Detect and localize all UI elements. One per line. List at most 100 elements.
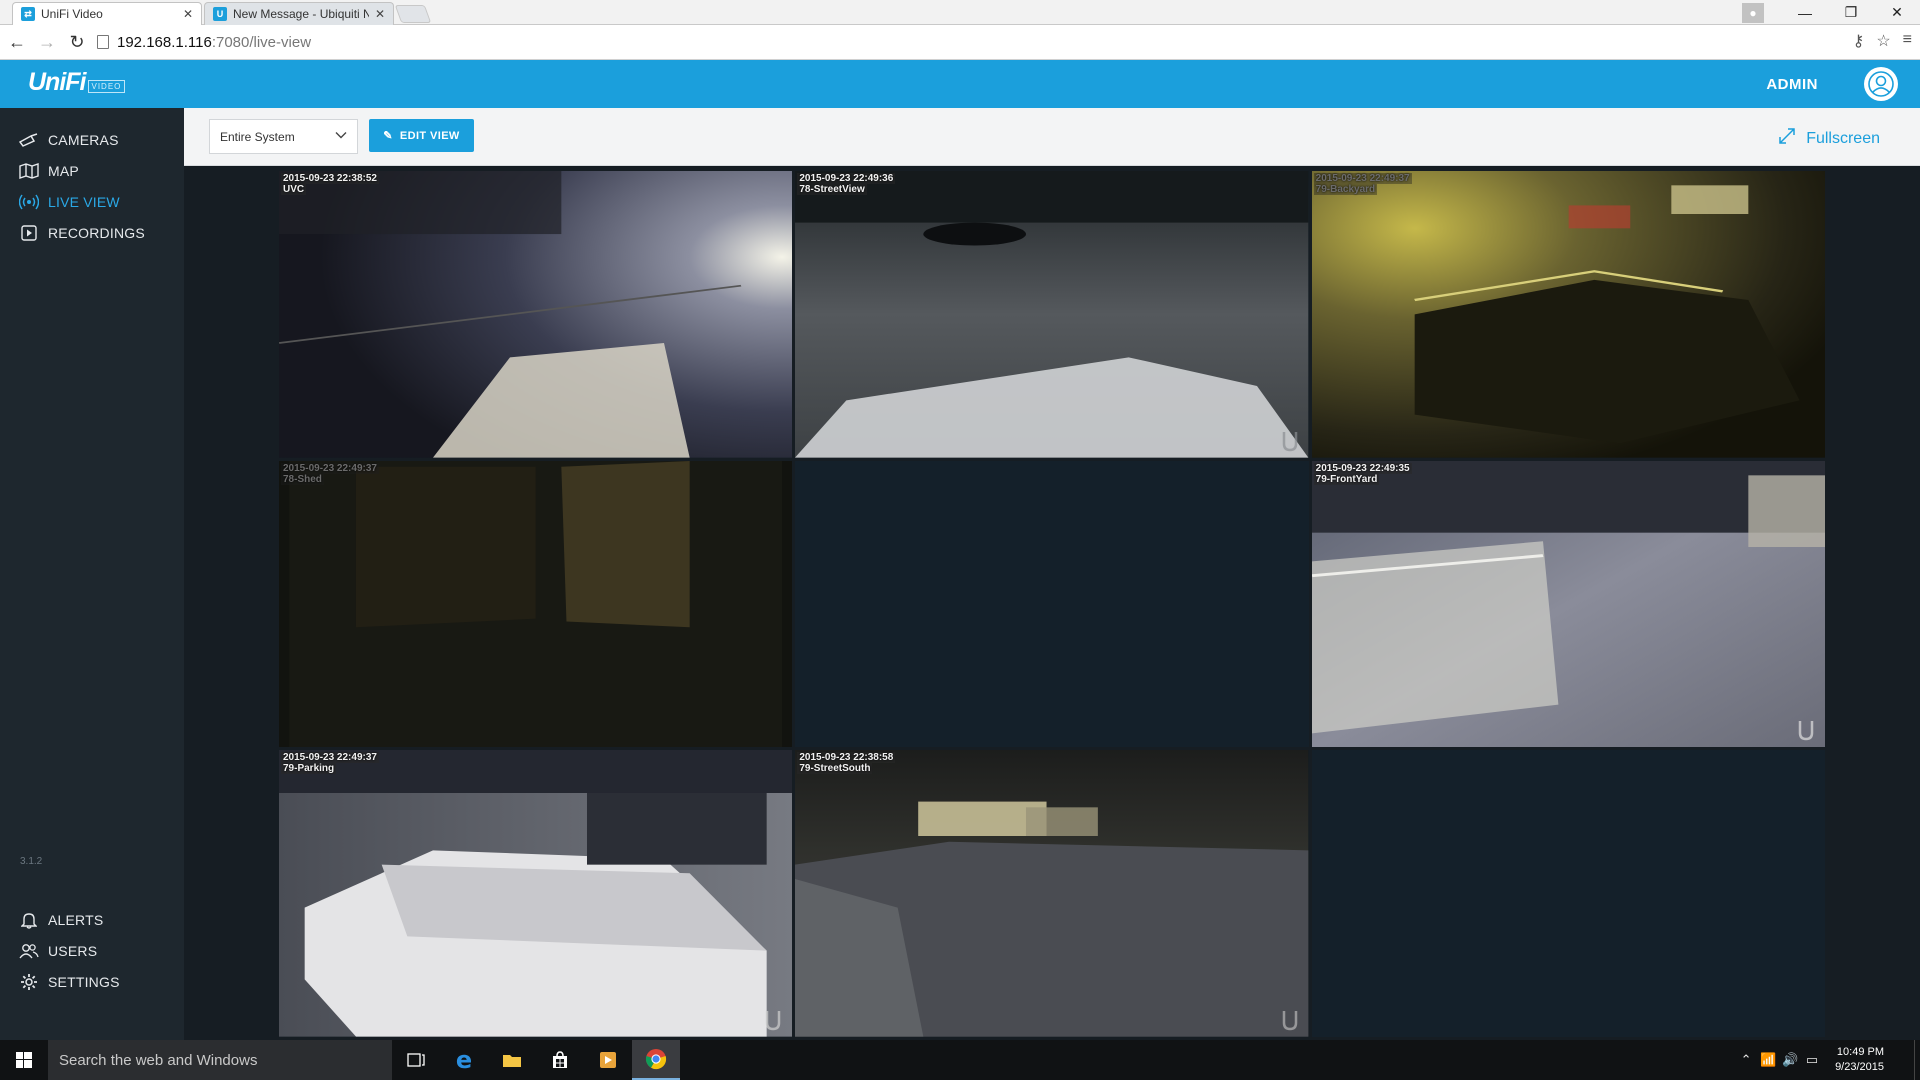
camera-tile-79-streetsouth[interactable]: 2015-09-23 22:38:58 79-StreetSouth	[795, 750, 1309, 1037]
camera-label: 2015-09-23 22:49:35 79-FrontYard	[1313, 462, 1412, 485]
version-label: 3.1.2	[20, 856, 43, 867]
media-player-icon[interactable]	[584, 1040, 632, 1080]
chrome-icon[interactable]	[632, 1040, 680, 1080]
camera-name: 78-StreetView	[797, 184, 867, 195]
sidebar-item-cameras[interactable]: CAMERAS	[0, 125, 184, 155]
empty-camera-slot[interactable]	[795, 460, 1309, 748]
page-icon	[97, 35, 109, 49]
sidebar-item-live-view[interactable]: LIVE VIEW	[0, 187, 184, 217]
address-bar: ← → ↻ 192.168.1.116:7080/live-view ⚷ ☆ ≡	[0, 25, 1920, 60]
sidebar-item-label: ALERTS	[48, 912, 104, 928]
url-host: 192.168.1.116	[117, 33, 212, 51]
camera-feed-image	[279, 460, 793, 748]
camera-tile-78-streetview[interactable]: 2015-09-23 22:49:36 78-StreetView	[795, 171, 1309, 458]
clock[interactable]: 10:49 PM 9/23/2015	[1835, 1045, 1884, 1075]
expand-icon	[1778, 127, 1796, 150]
chevron-up-icon[interactable]: ⌃	[1735, 1052, 1757, 1068]
action-center-icon[interactable]: ▭	[1801, 1052, 1823, 1068]
sidebar-item-settings[interactable]: SETTINGS	[0, 967, 184, 997]
camera-label: 2015-09-23 22:38:52 UVC	[281, 173, 379, 195]
close-tab-icon[interactable]: ✕	[375, 7, 385, 21]
camera-timestamp: 2015-09-23 22:49:37	[281, 462, 379, 474]
sidebar-item-alerts[interactable]: ALERTS	[0, 905, 184, 935]
new-tab-button[interactable]	[394, 5, 432, 23]
tab-unifi-video[interactable]: ⇄ UniFi Video ✕	[12, 2, 202, 25]
fullscreen-label: Fullscreen	[1806, 129, 1880, 147]
file-explorer-icon[interactable]	[488, 1040, 536, 1080]
map-icon	[18, 160, 40, 182]
camera-timestamp: 2015-09-23 22:49:36	[797, 173, 896, 184]
profile-icon[interactable]: ●	[1742, 2, 1764, 23]
close-window-icon[interactable]: ✕	[1874, 4, 1920, 21]
minimize-icon[interactable]: —	[1782, 5, 1828, 21]
sidebar-item-label: LIVE VIEW	[48, 194, 120, 210]
sidebar-item-label: MAP	[48, 163, 79, 179]
ubiquiti-watermark	[1798, 721, 1814, 741]
show-desktop-button[interactable]	[1914, 1040, 1920, 1080]
empty-camera-slot[interactable]	[1311, 750, 1825, 1037]
store-icon[interactable]	[536, 1040, 584, 1080]
tab-label: New Message - Ubiquiti N	[233, 7, 369, 21]
windows-icon	[16, 1052, 32, 1068]
windows-taskbar: Search the web and Windows e ⌃ 📶 🔊 ▭ 10:…	[0, 1040, 1920, 1080]
camera-feed-image	[795, 171, 1309, 458]
close-tab-icon[interactable]: ✕	[183, 7, 193, 21]
restore-icon[interactable]: ❐	[1828, 4, 1874, 21]
ubiquiti-watermark	[766, 1010, 781, 1031]
sidebar-item-label: CAMERAS	[48, 132, 119, 148]
camera-grid: 2015-09-23 22:38:52 UVC 2015-09-23 22:49…	[279, 171, 1825, 1037]
camera-feed-image	[279, 750, 793, 1037]
camera-timestamp: 2015-09-23 22:38:58	[797, 752, 896, 764]
star-icon[interactable]: ☆	[1876, 31, 1890, 51]
window-controls: ● — ❐ ✕	[1742, 0, 1920, 25]
menu-icon[interactable]: ≡	[1903, 31, 1912, 51]
camera-feed-image	[1311, 460, 1825, 748]
camera-label: 2015-09-23 22:38:58 79-StreetSouth	[797, 752, 896, 775]
back-icon[interactable]: ←	[4, 29, 30, 55]
camera-name: 79-Backyard	[1313, 184, 1378, 195]
task-view-icon[interactable]	[392, 1040, 440, 1080]
logo-badge: VIDEO	[87, 80, 126, 93]
user-name[interactable]: ADMIN	[1766, 76, 1818, 93]
user-avatar-icon	[1868, 71, 1894, 97]
fullscreen-button[interactable]: Fullscreen	[1778, 127, 1880, 150]
reload-icon[interactable]: ↻	[64, 29, 90, 55]
sidebar: CAMERAS MAP LIVE VIEW RECORDINGS 3.1.2 A…	[0, 108, 184, 1040]
camera-tile-79-parking[interactable]: 2015-09-23 22:49:37 79-Parking	[279, 750, 793, 1037]
edit-view-button[interactable]: ✎ EDIT VIEW	[369, 119, 474, 152]
camera-timestamp: 2015-09-23 22:49:35	[1313, 462, 1412, 474]
sidebar-item-recordings[interactable]: RECORDINGS	[0, 218, 184, 248]
avatar[interactable]	[1864, 67, 1898, 101]
live-view-icon	[18, 191, 40, 213]
camera-name: UVC	[281, 184, 307, 195]
volume-icon[interactable]: 🔊	[1779, 1052, 1801, 1068]
sidebar-item-users[interactable]: USERS	[0, 936, 184, 966]
sidebar-item-map[interactable]: MAP	[0, 156, 184, 186]
clock-time: 10:49 PM	[1836, 1046, 1884, 1058]
camera-tile-uvc[interactable]: 2015-09-23 22:38:52 UVC	[279, 171, 793, 458]
unifi-video-logo[interactable]: UniFi VIDEO	[28, 68, 126, 97]
camera-tile-79-frontyard[interactable]: 2015-09-23 22:49:35 79-FrontYard	[1311, 460, 1825, 748]
camera-name: 79-Parking	[281, 763, 337, 775]
camera-tile-79-backyard[interactable]: 2015-09-23 22:49:37 79-Backyard	[1311, 171, 1825, 458]
taskbar-search-input[interactable]: Search the web and Windows	[48, 1040, 392, 1080]
edit-view-label: EDIT VIEW	[399, 129, 460, 142]
clock-date: 9/23/2015	[1835, 1061, 1884, 1073]
tab-new-message[interactable]: U New Message - Ubiquiti N ✕	[204, 2, 394, 25]
system-tray: ⌃ 📶 🔊 ▭ 10:49 PM 9/23/2015	[1735, 1040, 1920, 1080]
logo-text: UniFi	[28, 68, 86, 96]
network-icon[interactable]: 📶	[1757, 1052, 1779, 1068]
edge-icon[interactable]: e	[440, 1040, 488, 1080]
camera-name: 79-FrontYard	[1313, 473, 1380, 485]
camera-name: 78-Shed	[281, 473, 324, 485]
ubiquiti-icon: U	[213, 7, 227, 21]
url-input[interactable]: 192.168.1.116:7080/live-view	[97, 30, 1837, 54]
key-icon[interactable]: ⚷	[1853, 31, 1865, 51]
forward-icon[interactable]: →	[34, 29, 60, 55]
start-button[interactable]	[0, 1040, 48, 1080]
view-select[interactable]: Entire System	[209, 119, 358, 154]
camera-timestamp: 2015-09-23 22:38:52	[281, 173, 379, 184]
camera-icon	[18, 129, 40, 151]
camera-tile-78-shed[interactable]: 2015-09-23 22:49:37 78-Shed	[279, 460, 793, 748]
tab-label: UniFi Video	[41, 7, 103, 21]
